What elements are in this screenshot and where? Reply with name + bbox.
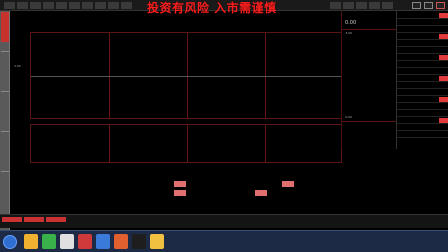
info-row[interactable] (397, 62, 448, 68)
sidebar-active-item[interactable] (1, 12, 9, 42)
sidebar-divider (1, 51, 9, 52)
status-bar (0, 214, 448, 228)
menu-item-11[interactable] (330, 2, 341, 9)
grid-line (109, 125, 110, 162)
detail-cell (174, 190, 186, 196)
grid-line (187, 125, 188, 162)
detail-cell (255, 181, 267, 187)
info-row[interactable] (397, 13, 448, 19)
close-button[interactable] (436, 2, 445, 9)
taskbar-app-icon[interactable] (78, 234, 92, 249)
info-row[interactable] (397, 111, 448, 117)
divider (342, 121, 397, 122)
menu-item-2[interactable] (17, 2, 28, 9)
info-row[interactable] (397, 41, 448, 47)
start-button[interactable] (3, 235, 17, 249)
info-row[interactable] (397, 83, 448, 89)
info-row[interactable] (397, 20, 448, 26)
menu-item-4[interactable] (43, 2, 54, 9)
info-row-tag (439, 55, 448, 60)
menu-item-9[interactable] (108, 2, 119, 9)
sidebar-divider (1, 91, 9, 92)
status-tab[interactable] (46, 217, 66, 222)
detail-cell (255, 190, 267, 196)
left-sidebar (0, 11, 10, 233)
info-row-tag (439, 13, 448, 18)
maximize-button[interactable] (424, 2, 433, 9)
menu-item-5[interactable] (56, 2, 67, 9)
detail-cell (201, 181, 213, 187)
menu-item-13[interactable] (356, 2, 367, 9)
price-axis-label: 3.00 (14, 64, 21, 68)
info-row-tag (439, 97, 448, 102)
info-row[interactable] (397, 55, 448, 61)
status-tab[interactable] (24, 217, 44, 222)
detail-table (168, 159, 341, 214)
info-row-tag (439, 76, 448, 81)
detail-cell (309, 190, 321, 196)
divider (342, 29, 397, 30)
info-row-tag (439, 118, 448, 123)
windows-taskbar (0, 230, 448, 252)
info-row[interactable] (397, 34, 448, 40)
menu-item-6[interactable] (69, 2, 80, 9)
last-price: 0.00 (345, 20, 357, 26)
quote-panel: 0.00 (341, 11, 397, 149)
taskbar-app-icon[interactable] (96, 234, 110, 249)
info-row[interactable] (397, 76, 448, 82)
detail-cell (282, 181, 294, 187)
info-row[interactable] (397, 48, 448, 54)
menu-item-7[interactable] (82, 2, 93, 9)
info-row[interactable] (397, 27, 448, 33)
grid-line (265, 125, 266, 162)
info-row[interactable] (397, 118, 448, 124)
info-row[interactable] (397, 69, 448, 75)
taskbar-app-icon[interactable] (150, 234, 164, 249)
detail-cell (174, 181, 186, 187)
info-row-tag (439, 34, 448, 39)
detail-cell (282, 190, 294, 196)
detail-cell (228, 190, 240, 196)
status-tab[interactable] (2, 217, 22, 222)
taskbar-app-icon[interactable] (114, 234, 128, 249)
menu-item-8[interactable] (95, 2, 106, 9)
taskbar-app-icon[interactable] (24, 234, 38, 249)
intraday-chart[interactable]: 3.00 3.00 0.00 (11, 11, 352, 164)
menu-item-14[interactable] (369, 2, 380, 9)
info-row[interactable] (397, 125, 448, 131)
menu-item-10[interactable] (121, 2, 132, 9)
sidebar-divider (1, 171, 9, 172)
info-row[interactable] (397, 132, 448, 138)
info-row[interactable] (397, 104, 448, 110)
taskbar-app-icon[interactable] (132, 234, 146, 249)
menu-item-1[interactable] (4, 2, 15, 9)
volume-panel (30, 124, 342, 163)
menu-item-3[interactable] (30, 2, 41, 9)
baseline (31, 76, 341, 77)
info-row[interactable] (397, 90, 448, 96)
taskbar-app-icon[interactable] (60, 234, 74, 249)
taskbar-app-icon[interactable] (42, 234, 56, 249)
minimize-button[interactable] (412, 2, 421, 9)
detail-cell (228, 181, 240, 187)
info-list-panel (396, 11, 448, 149)
menu-item-12[interactable] (343, 2, 354, 9)
detail-cell (309, 181, 321, 187)
sidebar-divider (1, 131, 9, 132)
price-panel (30, 32, 342, 119)
info-row[interactable] (397, 97, 448, 103)
detail-cell (201, 190, 213, 196)
menu-item-15[interactable] (382, 2, 393, 9)
